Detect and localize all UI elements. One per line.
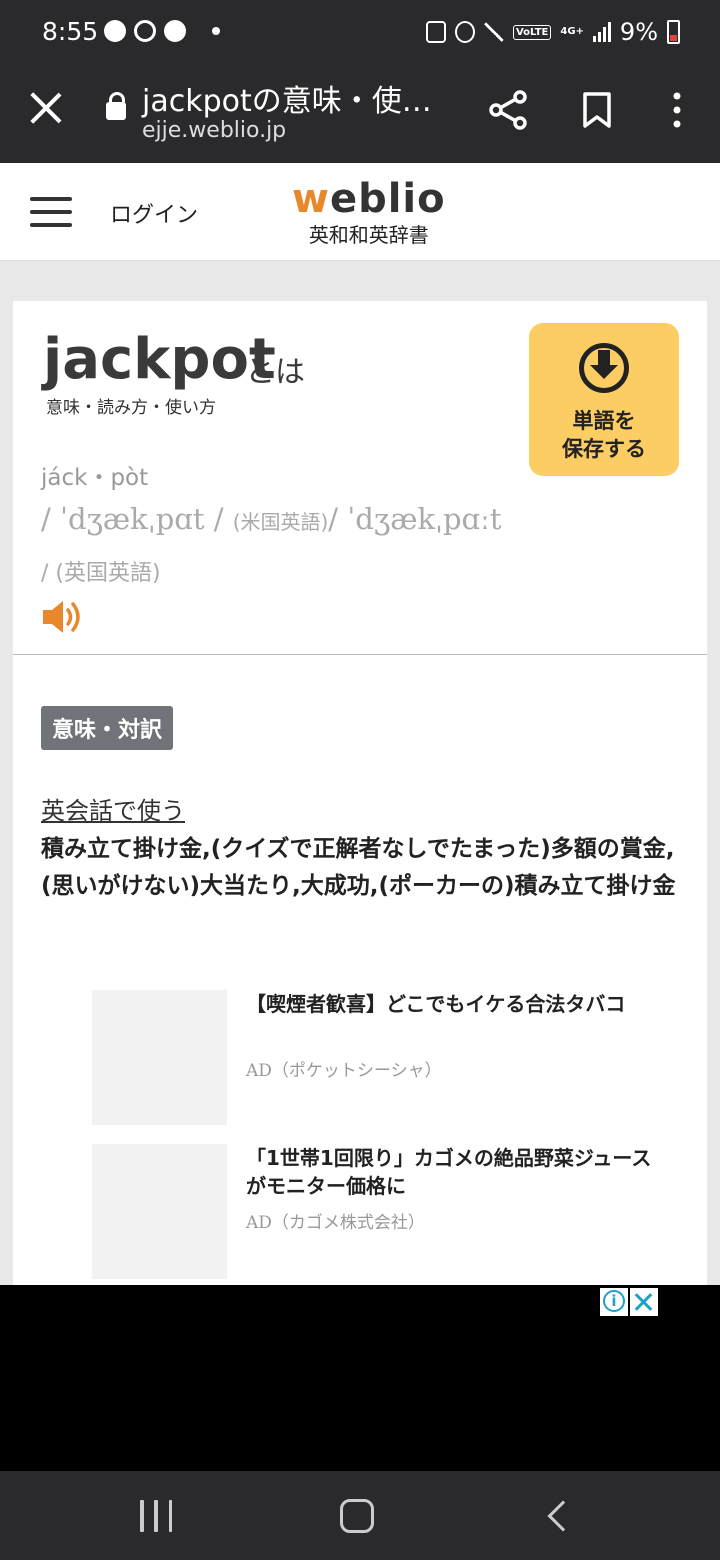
account-icon <box>164 20 186 42</box>
logo-w: w <box>292 176 330 222</box>
banner-ad[interactable] <box>0 1285 720 1471</box>
save-word-button[interactable]: 単語を 保存する <box>529 323 679 476</box>
weblio-logo[interactable]: weblio 英和和英辞書 <box>292 177 446 248</box>
more-vert-icon[interactable] <box>668 92 686 128</box>
share-icon[interactable] <box>488 90 528 130</box>
recycle-icon <box>425 21 446 43</box>
entry-card: jackpot とは 意味・読み方・使い方 単語を 保存する jáck・pòt … <box>13 301 707 1285</box>
ad-thumbnail[interactable] <box>92 1144 227 1279</box>
recents-icon[interactable] <box>140 1500 172 1532</box>
section-label: 意味・対訳 <box>41 706 174 750</box>
ad-info-icon[interactable] <box>600 1288 628 1316</box>
close-icon[interactable] <box>28 90 64 126</box>
more-notifications-dot-icon <box>212 27 220 35</box>
pronunciation-uk-tag: / (英国英語) <box>41 561 161 586</box>
pronunciation-us: / ˈdʒækˌpɑt / <box>41 502 224 536</box>
page-title[interactable]: jackpotの意味・使… <box>142 76 432 120</box>
mute-icon <box>483 22 504 42</box>
ad-item[interactable]: 【喫煙者歓喜】どこでもイケる合法タバコ AD（ポケットシーシャ） <box>92 990 692 1126</box>
ad-source: AD（ポケットシーシャ） <box>246 1061 442 1081</box>
ad-title[interactable]: 【喫煙者歓喜】どこでもイケる合法タバコ <box>246 990 656 1018</box>
signal-icon <box>592 22 611 42</box>
login-link[interactable]: ログイン <box>110 197 198 229</box>
headword-suffix: とは <box>245 355 305 390</box>
ad-source: AD（カゴメ株式会社） <box>246 1213 425 1233</box>
eikaiwa-link[interactable]: 英会話で使う <box>41 791 185 826</box>
pronunciation-uk: / ˈdʒækˌpɑːt <box>328 502 502 536</box>
page-url[interactable]: ejje.weblio.jp <box>142 118 286 143</box>
divider <box>13 654 707 655</box>
volte-icon: VoLTE <box>512 24 552 40</box>
ad-title[interactable]: 「1世帯1回限り」カゴメの絶品野菜ジュースがモニター価格に <box>246 1144 656 1200</box>
notification-icon <box>104 20 126 42</box>
syllabification: jáck・pòt <box>41 465 149 491</box>
status-bar: 8:55 VoLTE 4G+ 9% <box>0 0 720 66</box>
meaning-text: 積み立て掛け金,(クイズで正解者なしでたまった)多額の賞金,(思いがけない)大当… <box>41 836 676 899</box>
home-icon[interactable] <box>340 1499 374 1533</box>
status-system-icons: VoLTE 4G+ 9% <box>425 18 680 46</box>
ad-thumbnail[interactable] <box>92 990 227 1125</box>
system-nav-bar <box>0 1471 720 1560</box>
battery-percent: 9% <box>619 18 658 46</box>
pronunciation-line: / ˈdʒækˌpɑt / (米国英語)/ ˈdʒækˌpɑːt <box>41 502 502 536</box>
pronunciation-us-tag: (米国英語) <box>232 510 329 534</box>
status-notification-icons <box>104 20 220 42</box>
site-header: ログイン weblio 英和和英辞書 <box>0 163 720 261</box>
save-button-label-1: 単語を <box>572 409 636 433</box>
logo-text: eblio <box>329 176 446 222</box>
speaker-icon[interactable] <box>41 597 87 637</box>
headword: jackpot <box>43 327 276 392</box>
network-type-icon: 4G+ <box>560 26 584 37</box>
save-button-label-2: 保存する <box>562 437 646 461</box>
battery-icon <box>667 20 680 44</box>
back-icon[interactable] <box>547 1500 579 1532</box>
download-icon <box>579 343 629 393</box>
headword-subtitle: 意味・読み方・使い方 <box>46 398 216 418</box>
lock-icon[interactable] <box>106 92 126 120</box>
ad-item[interactable]: 「1世帯1回限り」カゴメの絶品野菜ジュースがモニター価格に AD（カゴメ株式会社… <box>92 1144 692 1280</box>
bookmark-icon[interactable] <box>582 92 612 128</box>
menu-icon[interactable] <box>30 197 72 227</box>
alarm-icon <box>454 21 475 43</box>
logo-subtitle: 英和和英辞書 <box>308 223 429 247</box>
status-time: 8:55 <box>42 17 99 46</box>
sync-icon <box>134 20 156 42</box>
browser-tab-bar: jackpotの意味・使… ejje.weblio.jp <box>0 66 720 163</box>
ad-close-icon[interactable] <box>630 1288 658 1316</box>
